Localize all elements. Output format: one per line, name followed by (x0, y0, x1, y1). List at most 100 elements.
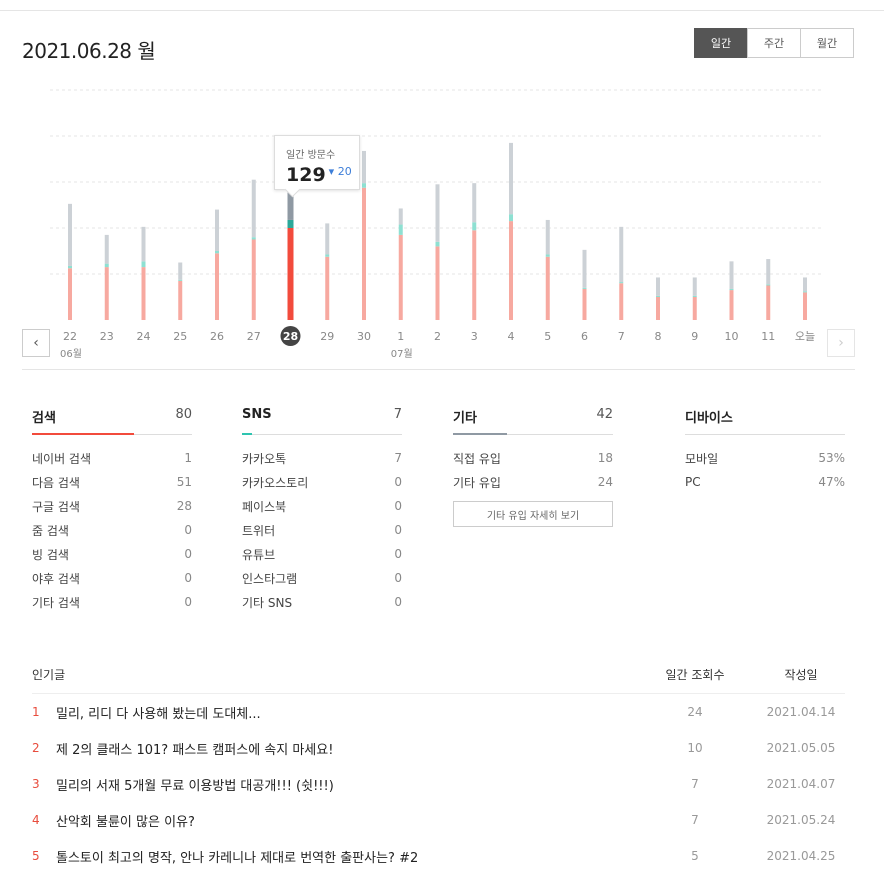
bar-sns[interactable] (803, 291, 807, 293)
x-tick-label[interactable]: 2 (434, 330, 441, 343)
chart-prev-button[interactable]: ‹ (22, 329, 50, 357)
bar-search[interactable] (178, 280, 183, 320)
x-tick-label[interactable]: 24 (137, 330, 151, 343)
bar-other[interactable] (545, 219, 550, 255)
bar-other[interactable] (178, 262, 183, 280)
bar-search[interactable] (141, 267, 146, 320)
x-tick-label[interactable]: 10 (725, 330, 739, 343)
bar-sns[interactable] (509, 214, 513, 222)
bar-sns[interactable] (287, 219, 294, 228)
bar-other[interactable] (104, 234, 109, 264)
bar-sns[interactable] (325, 254, 330, 257)
x-tick-label[interactable]: 오늘 (795, 330, 815, 343)
popular-post-link[interactable]: 밀리, 리디 다 사용해 봤는데 도대체... (56, 703, 639, 722)
popular-post-link[interactable]: 밀리의 서재 5개월 무료 이용방법 대공개!!! (쉿!!!) (56, 775, 639, 794)
x-tick-label[interactable]: 5 (544, 330, 551, 343)
bar-other[interactable] (692, 277, 697, 296)
bar-sns[interactable] (398, 224, 403, 235)
stat-sns-header: SNS 7 (242, 405, 402, 435)
bar-sns[interactable] (692, 295, 697, 297)
bar-search[interactable] (803, 292, 807, 320)
bar-search[interactable] (582, 288, 587, 320)
x-tick-label[interactable]: 23 (100, 330, 114, 343)
sns-row-value: 7 (394, 451, 402, 465)
bar-other[interactable] (803, 277, 807, 292)
x-tick-label[interactable]: 6 (581, 330, 588, 343)
bar-search[interactable] (104, 267, 109, 320)
search-row-label: 네이버 검색 (32, 451, 92, 466)
bar-other[interactable] (435, 184, 440, 242)
x-tick-label[interactable]: 30 (357, 330, 371, 343)
x-tick-label[interactable]: 3 (471, 330, 478, 343)
x-tick-label[interactable]: 25 (173, 330, 187, 343)
bar-sns[interactable] (619, 282, 624, 284)
x-tick-label[interactable]: 22 (63, 330, 77, 343)
bar-search[interactable] (325, 256, 330, 320)
bar-search[interactable] (362, 187, 366, 320)
bar-other[interactable] (251, 179, 256, 238)
bar-search[interactable] (435, 246, 440, 320)
chart-next-button[interactable]: › (827, 329, 855, 357)
device-row-value: 53% (818, 451, 845, 465)
period-daily-button[interactable]: 일간 (694, 28, 748, 58)
bar-other[interactable] (582, 249, 587, 288)
x-tick-label[interactable]: 8 (655, 330, 662, 343)
bar-other[interactable] (398, 208, 403, 225)
bar-other[interactable] (619, 226, 624, 283)
bar-other[interactable] (656, 277, 660, 296)
bar-sns[interactable] (215, 251, 219, 254)
bar-sns[interactable] (178, 279, 183, 281)
bar-other[interactable] (325, 223, 330, 255)
bar-search[interactable] (545, 256, 550, 320)
bar-sns[interactable] (729, 288, 734, 291)
x-tick-label[interactable]: 9 (691, 330, 698, 343)
bar-sns[interactable] (251, 237, 256, 240)
bar-other[interactable] (729, 261, 734, 289)
bar-search[interactable] (68, 268, 72, 320)
bar-sns[interactable] (582, 287, 587, 289)
bar-sns[interactable] (435, 241, 440, 247)
bar-sns[interactable] (68, 265, 72, 269)
bar-search[interactable] (729, 290, 734, 320)
bar-search[interactable] (619, 283, 624, 320)
bar-other[interactable] (509, 142, 513, 215)
bar-sns[interactable] (362, 183, 366, 188)
bar-search[interactable] (766, 285, 771, 321)
bar-other[interactable] (766, 259, 771, 285)
bar-search[interactable] (509, 221, 513, 320)
bar-search[interactable] (251, 239, 256, 321)
bar-other[interactable] (215, 209, 219, 251)
search-row: 네이버 검색 1 (32, 446, 192, 470)
bar-sns[interactable] (766, 284, 771, 286)
popular-post-link[interactable]: 톨스토이 최고의 명작, 안나 카레니나 제대로 번역한 출판사는? #2 (56, 847, 639, 866)
popular-post-link[interactable]: 제 2의 클래스 101? 패스트 캠퍼스에 속지 마세요! (56, 739, 639, 758)
other-detail-button[interactable]: 기타 유입 자세히 보기 (453, 501, 613, 527)
x-tick-label[interactable]: 28 (283, 330, 298, 343)
bar-sns[interactable] (141, 261, 146, 268)
bar-search[interactable] (398, 234, 403, 320)
x-tick-label[interactable]: 11 (761, 330, 775, 343)
bar-other[interactable] (68, 203, 72, 266)
period-weekly-button[interactable]: 주간 (747, 28, 801, 58)
bar-other[interactable] (472, 183, 477, 223)
x-tick-label[interactable]: 4 (508, 330, 515, 343)
bar-search[interactable] (287, 228, 294, 320)
bar-sns[interactable] (472, 222, 477, 231)
bar-other[interactable] (362, 150, 366, 184)
x-tick-label[interactable]: 1 (397, 330, 404, 343)
x-tick-label[interactable]: 7 (618, 330, 625, 343)
bar-search[interactable] (472, 230, 477, 320)
bar-sns[interactable] (545, 254, 550, 257)
bar-search[interactable] (215, 253, 219, 320)
bar-sns[interactable] (656, 295, 660, 297)
bar-sns[interactable] (104, 263, 109, 268)
x-tick-label[interactable]: 29 (320, 330, 334, 343)
x-tick-label[interactable]: 26 (210, 330, 224, 343)
bar-other[interactable] (141, 226, 146, 262)
x-tick-label[interactable]: 27 (247, 330, 261, 343)
bar-search[interactable] (692, 297, 697, 320)
bar-search[interactable] (656, 297, 660, 320)
stat-other: 기타 42 직접 유입 18 기타 유입 24 기타 유입 자세히 보기 (453, 405, 613, 527)
popular-post-link[interactable]: 산악회 불륜이 많은 이유? (56, 811, 639, 830)
period-monthly-button[interactable]: 월간 (800, 28, 854, 58)
